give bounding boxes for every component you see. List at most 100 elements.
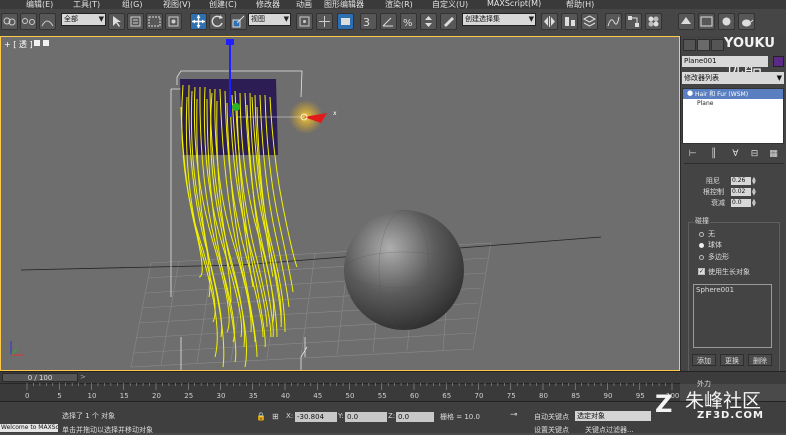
window-crossing-icon[interactable] [165, 13, 182, 30]
select-and-manipulate-icon[interactable] [316, 13, 333, 30]
modifier-stack-item[interactable]: Plane [697, 100, 713, 107]
menu-edit[interactable]: 编辑(E) [26, 0, 53, 9]
remove-modifier-icon[interactable]: ⊟ [748, 148, 761, 160]
select-and-move-icon[interactable] [190, 13, 207, 30]
render-production-icon[interactable] [718, 13, 735, 30]
track-tick-label: 30 [216, 392, 226, 400]
svg-text:%: % [403, 18, 413, 29]
bind-spacewarp-icon[interactable] [39, 13, 56, 30]
select-and-scale-icon[interactable] [230, 13, 247, 30]
param-spinner[interactable]: 0.0 [731, 199, 751, 207]
replace-button[interactable]: 更换 [720, 354, 744, 366]
object-color-swatch[interactable] [773, 56, 784, 67]
snap-toggle-icon[interactable]: 3 [360, 13, 377, 30]
z-coordinate-field[interactable]: 0.0 [396, 412, 434, 422]
auto-key-button[interactable]: 自动关键点 [534, 412, 569, 422]
param-spinner[interactable]: 0.26 [731, 177, 751, 185]
track-tick-label: 65 [442, 392, 452, 400]
viewport-shading-icon-2[interactable] [43, 40, 49, 46]
curve-editor-icon[interactable] [605, 13, 622, 30]
unlink-icon[interactable] [20, 13, 37, 30]
object-name-field[interactable]: Plane001 [682, 56, 768, 67]
viewport-label[interactable]: + [ 透 ] [4, 39, 33, 50]
collision-radio-sphere[interactable] [699, 243, 704, 248]
pin-stack-icon[interactable]: ⊢ [686, 148, 699, 160]
menu-tools[interactable]: 工具(T) [73, 0, 100, 9]
rollout-divider [684, 163, 784, 164]
perspective-viewport[interactable]: x + [ 透 ] [0, 36, 680, 371]
select-by-name-icon[interactable] [127, 13, 144, 30]
next-frame-icon[interactable]: > [80, 373, 86, 381]
angle-snap-icon[interactable] [380, 13, 397, 30]
menu-create[interactable]: 创建(C) [209, 0, 237, 9]
set-key-button[interactable]: 设置关键点 [534, 425, 569, 435]
menu-rendering[interactable]: 渲染(R) [385, 0, 413, 9]
keyboard-shortcut-override-icon[interactable] [337, 13, 354, 30]
menu-graph-editors[interactable]: 图形编辑器 [324, 0, 364, 9]
delete-button[interactable]: 删除 [748, 354, 772, 366]
named-selection-dropdown[interactable]: 创建选择集 ▼ [462, 13, 536, 26]
menu-animation[interactable]: 动画 [296, 0, 312, 9]
key-filter-dropdown[interactable]: 选定对象 [575, 411, 651, 421]
render-setup-icon[interactable] [678, 13, 695, 30]
gizmo-center [232, 103, 240, 111]
collision-radio-none[interactable] [699, 232, 704, 237]
spinner-arrows-icon[interactable]: ▲ ▼ [752, 177, 756, 186]
selection-filter-dropdown[interactable]: 全部 ▼ [61, 13, 106, 26]
menu-customize[interactable]: 自定义(U) [432, 0, 468, 9]
hierarchy-tab-icon[interactable] [711, 39, 724, 51]
align-icon[interactable] [561, 13, 578, 30]
show-end-result-icon[interactable]: ║ [707, 148, 720, 160]
modifier-list-dropdown[interactable]: 修改器列表 ▼ [682, 72, 784, 84]
y-coordinate-field[interactable]: 0.0 [345, 412, 387, 422]
add-button[interactable]: 添加 [692, 354, 716, 366]
edit-named-selections-icon[interactable] [440, 13, 457, 30]
param-label: 根控制 [703, 188, 724, 196]
material-editor-icon[interactable] [645, 13, 662, 30]
make-unique-icon[interactable]: ∀ [729, 148, 742, 160]
prompt-message: 单击并拖动以选择并移动对象 [62, 426, 153, 434]
menu-maxscript[interactable]: MAXScript(M) [487, 0, 541, 8]
absolute-mode-icon[interactable]: ⊞ [272, 412, 279, 421]
track-tick-label: 0 [25, 392, 30, 400]
collision-object-item[interactable]: Sphere001 [696, 286, 734, 294]
collision-radio-polygon[interactable] [699, 255, 704, 260]
maxscript-listener[interactable]: Welcome to MAXScript. [0, 424, 58, 432]
x-coordinate-field[interactable]: -30.804 [295, 412, 337, 422]
time-slider[interactable]: 0 / 100 [2, 373, 78, 382]
track-tick-label: 75 [506, 392, 516, 400]
menu-group[interactable]: 组(G) [122, 0, 142, 9]
layer-manager-icon[interactable] [581, 13, 598, 30]
zf3d-logo-icon: Z [655, 390, 673, 418]
spinner-snap-icon[interactable] [420, 13, 437, 30]
viewport-shading-icon[interactable] [34, 40, 40, 46]
menu-views[interactable]: 视图(V) [163, 0, 191, 9]
key-mode-icon[interactable]: ⊸ [510, 410, 518, 420]
lock-selection-icon[interactable]: 🔒 [256, 412, 266, 421]
spinner-arrows-icon[interactable]: ▲ ▼ [752, 199, 756, 208]
spinner-arrows-icon[interactable]: ▲ ▼ [752, 188, 756, 197]
configure-sets-icon[interactable]: ▦ [767, 148, 780, 160]
pivot-center-icon[interactable] [296, 13, 313, 30]
param-spinner[interactable]: 0.02 [731, 188, 751, 196]
percent-snap-icon[interactable]: % [400, 13, 417, 30]
render-teapot-icon[interactable] [738, 13, 755, 30]
menu-help[interactable]: 帮助(H) [566, 0, 594, 9]
use-growth-checkbox[interactable]: ✓ [698, 268, 705, 275]
schematic-view-icon[interactable] [625, 13, 642, 30]
select-object-icon[interactable] [108, 13, 125, 30]
reference-coordinate-dropdown[interactable]: 视图 ▼ [248, 13, 291, 26]
track-tick-label: 70 [474, 392, 484, 400]
link-icon[interactable] [1, 13, 18, 30]
lightbulb-icon[interactable]: ● [687, 89, 693, 97]
modify-tab-icon[interactable] [697, 39, 710, 51]
mirror-icon[interactable] [541, 13, 558, 30]
rect-selection-icon[interactable] [146, 13, 163, 30]
select-and-rotate-icon[interactable] [209, 13, 226, 30]
key-filters-button[interactable]: 关键点过滤器... [585, 425, 634, 435]
menu-modifiers[interactable]: 修改器 [256, 0, 280, 9]
modifier-stack-item[interactable]: Hair 和 Fur (WSM) [695, 89, 748, 98]
rendered-frame-window-icon[interactable] [698, 13, 715, 30]
create-tab-icon[interactable] [683, 39, 696, 51]
axis-tripod [10, 341, 23, 356]
